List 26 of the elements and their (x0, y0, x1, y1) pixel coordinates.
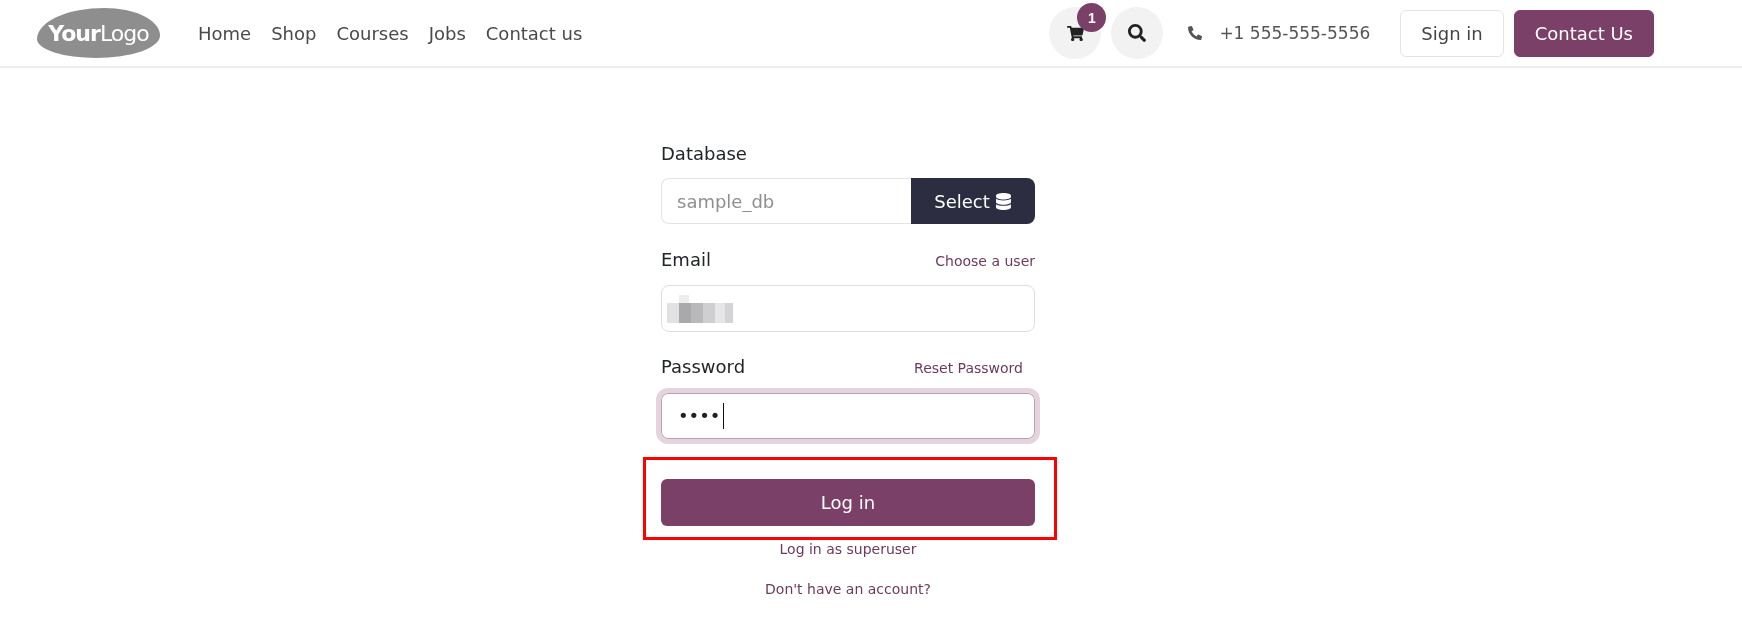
login-button[interactable]: Log in (661, 479, 1035, 526)
select-database-button[interactable]: Select (911, 178, 1035, 224)
field-label: Email (661, 249, 711, 271)
contact-button[interactable]: Contact Us (1513, 9, 1654, 57)
cart-count-badge: 1 (1077, 3, 1107, 32)
choose-user-link[interactable]: Choose a user (935, 253, 1035, 269)
nav-link[interactable]: Home (198, 22, 252, 44)
search-icon (1128, 24, 1147, 42)
cart-icon (1066, 24, 1084, 42)
database-field[interactable]: sample_db (661, 178, 911, 224)
nav-link[interactable]: Shop (271, 22, 317, 44)
nav-link[interactable]: Contact us (485, 22, 583, 44)
sign-in-button[interactable]: Sign in (1400, 9, 1504, 57)
email-field[interactable] (661, 285, 1035, 332)
reset-password-link[interactable]: Reset Password (914, 360, 1035, 376)
nav-link[interactable]: Courses (336, 22, 409, 44)
field-label: Database (661, 143, 747, 165)
field-label: Password (661, 356, 746, 378)
phone-icon (1188, 26, 1203, 40)
database-icon (994, 192, 1012, 210)
superuser-login-link[interactable]: Log in as superuser (779, 541, 917, 558)
pixelated-mosaic-icon (667, 294, 733, 323)
nav-link[interactable]: Jobs (428, 22, 466, 44)
phone-number: +1 555-555-5556 (1219, 23, 1371, 43)
signup-link[interactable]: Don't have an account? (765, 581, 931, 598)
password-field[interactable]: •••• (656, 388, 1040, 444)
